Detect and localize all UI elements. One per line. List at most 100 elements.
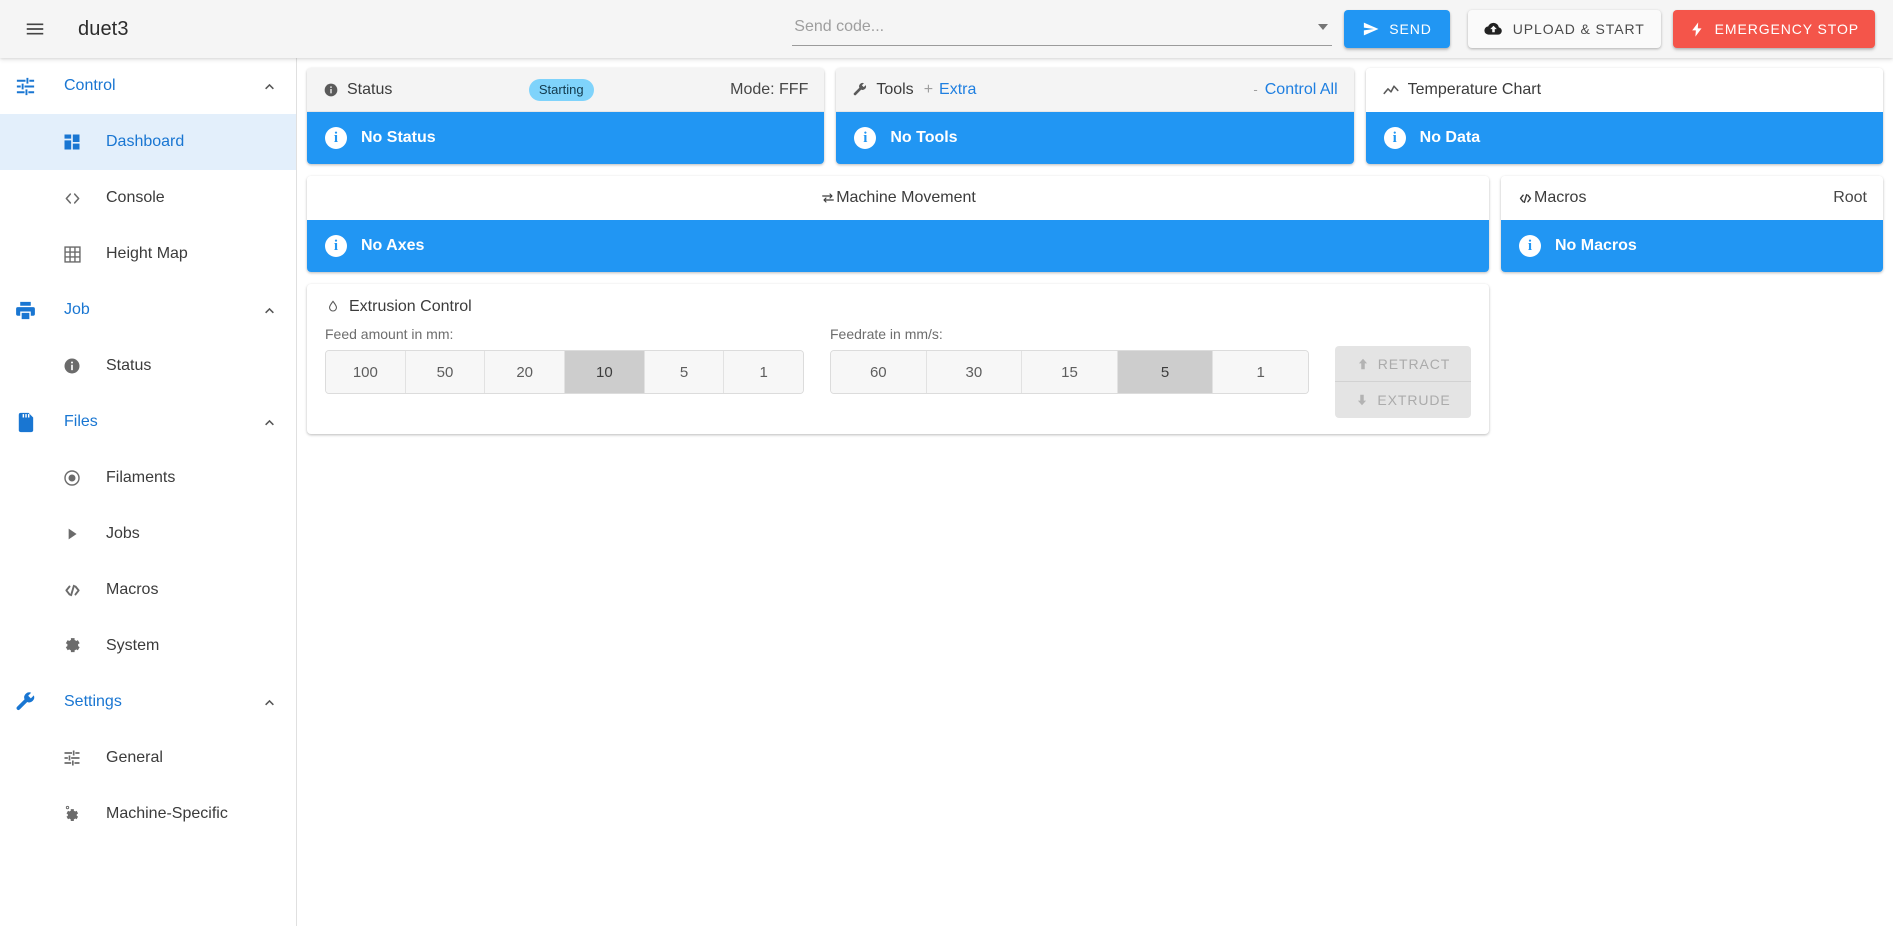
- macros-card-title: Macros: [1534, 189, 1587, 206]
- control-all-link[interactable]: Control All: [1265, 81, 1338, 99]
- chevron-up-icon[interactable]: [261, 302, 278, 319]
- info-circle-icon: i: [325, 127, 347, 149]
- sidebar-item-console[interactable]: Console: [0, 170, 296, 226]
- printer-icon: [14, 299, 54, 322]
- sidebar-item-machine-specific[interactable]: Machine-Specific: [0, 786, 296, 842]
- arrow-up-icon: [1356, 357, 1370, 371]
- extrusion-control-title: Extrusion Control: [349, 298, 472, 315]
- sidebar-item-label: Filaments: [106, 469, 176, 486]
- feedrate-option[interactable]: 60: [831, 351, 927, 393]
- feed-amount-group: Feed amount in mm: 100 50 20 10 5 1: [325, 326, 804, 394]
- sidebar-item-label: General: [106, 749, 163, 766]
- feed-amount-option[interactable]: 1: [724, 351, 803, 393]
- chevron-up-icon[interactable]: [261, 414, 278, 431]
- macros-root-label: Root: [1833, 189, 1867, 206]
- sidebar-group-label: Job: [64, 301, 90, 318]
- retract-button[interactable]: RETRACT: [1335, 346, 1471, 382]
- macros-no-data-alert: i No Macros: [1501, 220, 1883, 272]
- code-slash-icon: [1517, 190, 1534, 207]
- feed-amount-label: Feed amount in mm:: [325, 326, 454, 342]
- machine-movement-title-wrap: Machine Movement: [323, 189, 1473, 207]
- status-badge: Starting: [528, 78, 594, 101]
- line-chart-icon: [1382, 81, 1400, 99]
- temperature-chart-card: Temperature Chart i No Data: [1365, 68, 1883, 164]
- feedrate-option[interactable]: 30: [926, 351, 1023, 393]
- grid-icon: [62, 244, 106, 265]
- code-slash-icon: [62, 580, 106, 601]
- left-column: Machine Movement i No Axes Extrusion Con…: [307, 176, 1489, 434]
- feed-amount-button-group: 100 50 20 10 5 1: [325, 350, 804, 394]
- feed-amount-option[interactable]: 20: [485, 351, 566, 393]
- machine-movement-card: Machine Movement i No Axes: [307, 176, 1489, 272]
- feedrate-option-selected[interactable]: 5: [1117, 351, 1214, 393]
- dashboard-icon: [62, 132, 106, 152]
- lightning-bolt-icon: [1689, 21, 1706, 38]
- feedrate-option[interactable]: 15: [1022, 351, 1118, 393]
- sidebar-group-label: Control: [64, 77, 116, 94]
- sidebar-group-job[interactable]: Job: [0, 282, 296, 338]
- sidebar-item-label: Macros: [106, 581, 159, 598]
- app-root: duet3 SEND UPLOAD & START EMERGENCY STOP: [0, 0, 1893, 926]
- retract-label: RETRACT: [1377, 355, 1451, 372]
- arrow-down-icon: [1355, 393, 1369, 407]
- feed-amount-option[interactable]: 100: [326, 351, 406, 393]
- body: Control Dashboard Console Height Map Job…: [0, 58, 1893, 926]
- extrude-label: EXTRUDE: [1377, 392, 1451, 408]
- tune-icon: [14, 75, 54, 98]
- feedrate-button-group: 60 30 15 5 1: [830, 350, 1309, 394]
- top-app-bar: duet3 SEND UPLOAD & START EMERGENCY STOP: [0, 0, 1893, 58]
- feed-amount-option[interactable]: 5: [644, 351, 725, 393]
- tools-no-data-alert: i No Tools: [836, 112, 1354, 164]
- temperature-chart-header: Temperature Chart: [1365, 68, 1883, 112]
- upload-and-start-button[interactable]: UPLOAD & START: [1467, 10, 1661, 48]
- extrusion-controls-row: Feed amount in mm: 100 50 20 10 5 1 Feed…: [307, 322, 1489, 434]
- sidebar-item-dashboard[interactable]: Dashboard: [0, 114, 296, 170]
- temperature-chart-title: Temperature Chart: [1407, 81, 1542, 98]
- tools-card-header: Tools + Extra - Control All: [836, 68, 1354, 112]
- wrench-icon: [852, 82, 868, 98]
- feedrate-option[interactable]: 1: [1213, 351, 1308, 393]
- sidebar-item-general[interactable]: General: [0, 730, 296, 786]
- sidebar-item-system[interactable]: System: [0, 618, 296, 674]
- sidebar-group-files[interactable]: Files: [0, 394, 296, 450]
- send-button-label: SEND: [1389, 21, 1432, 37]
- sidebar-item-label: Dashboard: [106, 133, 185, 150]
- swap-horizontal-icon: [820, 190, 836, 206]
- send-button[interactable]: SEND: [1344, 10, 1450, 48]
- radio-dot-icon: [62, 468, 106, 488]
- sidebar-item-label: Jobs: [106, 525, 140, 542]
- info-circle-icon: i: [1383, 127, 1406, 149]
- sidebar-item-height-map[interactable]: Height Map: [0, 226, 296, 282]
- chevron-up-icon[interactable]: [261, 78, 278, 95]
- hamburger-menu-icon[interactable]: [14, 8, 56, 50]
- macros-card: Macros Root i No Macros: [1501, 176, 1883, 272]
- emergency-stop-button[interactable]: EMERGENCY STOP: [1672, 10, 1875, 48]
- sidebar-group-label: Settings: [64, 693, 122, 710]
- sidebar-group-settings[interactable]: Settings: [0, 674, 296, 730]
- top-cards-row: Status Starting Mode: FFF i No Status To…: [307, 68, 1883, 164]
- feed-amount-option-selected[interactable]: 10: [565, 351, 645, 393]
- sidebar-item-filaments[interactable]: Filaments: [0, 450, 296, 506]
- tools-extra-link[interactable]: Extra: [939, 81, 976, 99]
- sidebar-group-control[interactable]: Control: [0, 58, 296, 114]
- status-card: Status Starting Mode: FFF i No Status: [307, 68, 825, 164]
- extrusion-action-buttons: RETRACT EXTRUDE: [1335, 346, 1471, 418]
- temperature-no-data-alert: i No Data: [1365, 112, 1883, 164]
- info-circle-icon: i: [325, 235, 347, 257]
- sidebar-item-jobs[interactable]: Jobs: [0, 506, 296, 562]
- app-title: duet3: [78, 17, 129, 40]
- send-code-field[interactable]: [792, 12, 1333, 46]
- temperature-alert-text: No Data: [1419, 129, 1481, 146]
- sidebar-item-macros[interactable]: Macros: [0, 562, 296, 618]
- send-code-input[interactable]: [792, 17, 1313, 40]
- chevron-up-icon[interactable]: [261, 694, 278, 711]
- status-card-title: Status: [347, 80, 393, 98]
- sidebar-item-status[interactable]: Status: [0, 338, 296, 394]
- chevron-down-icon[interactable]: [1318, 23, 1329, 30]
- extrude-button[interactable]: EXTRUDE: [1335, 382, 1471, 418]
- status-no-data-alert: i No Status: [307, 112, 825, 164]
- feed-amount-option[interactable]: 50: [405, 351, 486, 393]
- sd-card-icon: [14, 411, 54, 434]
- feedrate-label: Feedrate in mm/s:: [830, 326, 943, 342]
- sidebar-item-label: System: [106, 637, 160, 654]
